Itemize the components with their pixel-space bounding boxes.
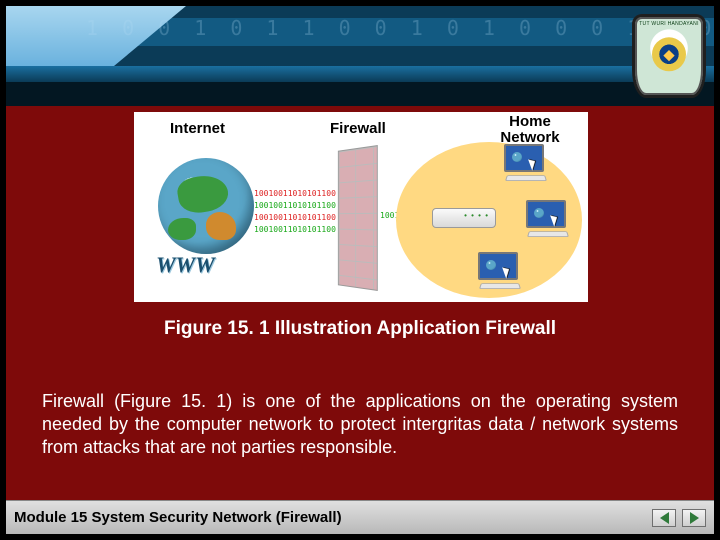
footer-bar: Module 15 System Security Network (Firew… (6, 500, 714, 534)
label-home-network: Home Network (490, 114, 570, 146)
globe-icon (158, 158, 254, 254)
data-stream: 1001001101010110011 (254, 190, 336, 198)
crest-label: TUT WURI HANDAYANI (635, 21, 703, 27)
arrow-left-icon (660, 512, 669, 524)
footer-title: Module 15 System Security Network (Firew… (14, 509, 652, 526)
body-paragraph: Firewall (Figure 15. 1) is one of the ap… (42, 390, 678, 459)
firewall-illustration: Internet Firewall Home Network WWW 10010… (134, 112, 588, 302)
pc-icon (478, 252, 526, 294)
header-banner: 1 0 0 1 0 1 1 0 0 1 0 1 0 0 0 1 1 0 1 0 … (6, 6, 714, 106)
www-label: WWW (156, 252, 215, 278)
arrow-right-icon (690, 512, 699, 524)
label-internet: Internet (170, 120, 225, 137)
banner-bar (6, 66, 714, 82)
nav-controls (652, 509, 706, 527)
router-icon (432, 208, 496, 228)
data-stream: 1001001101010110011 (254, 226, 336, 234)
figure-caption: Figure 15. 1 Illustration Application Fi… (6, 318, 714, 340)
banner-binary-decor: 1 0 0 1 0 1 1 0 0 1 0 1 0 0 0 1 1 0 1 0 … (86, 16, 714, 40)
next-button[interactable] (682, 509, 706, 527)
label-firewall: Firewall (330, 120, 386, 137)
firewall-icon (338, 145, 378, 291)
prev-button[interactable] (652, 509, 676, 527)
pc-icon (504, 144, 552, 186)
banner-bar-dark (6, 82, 714, 106)
crest-emblem: TUT WURI HANDAYANI (632, 14, 706, 98)
data-stream: 1001001101010110011 (254, 214, 336, 222)
slide: 1 0 0 1 0 1 1 0 0 1 0 1 0 0 0 1 1 0 1 0 … (6, 6, 714, 534)
pc-icon (526, 200, 574, 242)
data-stream: 1001001101010110011 (254, 202, 336, 210)
